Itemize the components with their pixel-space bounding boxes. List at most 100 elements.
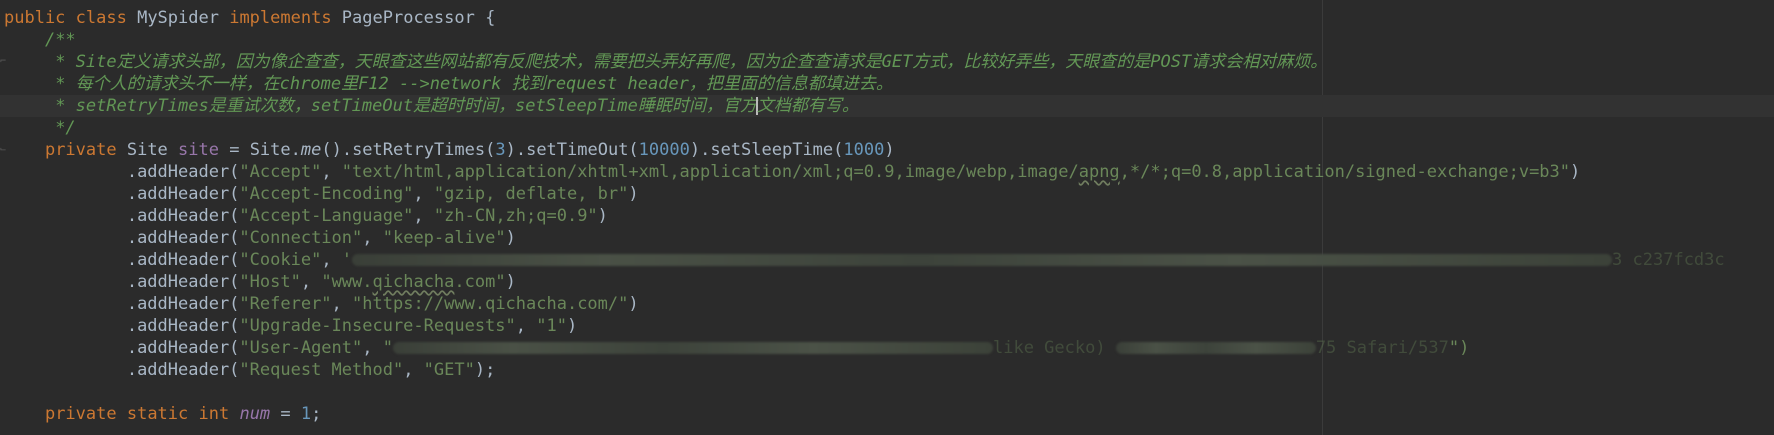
method-call: .addHeader(	[126, 294, 240, 314]
code-text: ,	[331, 294, 353, 314]
code-text: ).setTimeOut(	[505, 140, 639, 160]
code-line-doc-end[interactable]: ⌙ */	[0, 117, 1774, 155]
code-line-header-accept[interactable]: .addHeader("Accept", "text/html,applicat…	[0, 161, 1774, 183]
method-call: .addHeader(	[126, 184, 240, 204]
string-literal-typo: qichacha	[372, 272, 455, 292]
method-call: .addHeader(	[126, 272, 240, 292]
string-literal: 75 Safari/537	[1315, 338, 1449, 358]
method-call: .addHeader(	[126, 206, 240, 226]
doc-comment: 文档都有写。	[756, 96, 859, 116]
code-line-class-declaration[interactable]: public class MySpider implements PagePro…	[0, 7, 1774, 29]
keyword-implements: implements	[229, 8, 342, 28]
string-literal: '	[341, 250, 353, 270]
code-text: ).setSleepTime(	[689, 140, 844, 160]
number-literal: 10000	[638, 140, 690, 160]
code-text: )	[597, 206, 608, 226]
string-literal: "Accept-Encoding"	[239, 184, 414, 204]
code-text: ,	[321, 250, 342, 270]
static-method: me	[300, 140, 322, 160]
string-literal-typo: apng	[1078, 162, 1120, 182]
string-literal: "1"	[536, 316, 567, 336]
code-line-site-field[interactable]: private Site site = Site.me().setRetryTi…	[0, 139, 1774, 161]
string-literal: "zh-CN,zh;q=0.9"	[433, 206, 598, 226]
method-call: .addHeader(	[126, 228, 240, 248]
code-text: ,	[413, 184, 434, 204]
method-call: .addHeader(	[126, 250, 240, 270]
code-line-num-field[interactable]: private static int num = 1;	[0, 403, 1774, 425]
code-text: )	[1570, 162, 1581, 182]
method-call: .addHeader(	[126, 162, 240, 182]
code-text: )	[566, 316, 578, 336]
code-text: )	[505, 272, 516, 292]
code-line-doc-2[interactable]: * 每个人的请求头不一样，在chrome里F12 -->network 找到re…	[0, 73, 1774, 95]
keyword-static: static	[126, 404, 199, 424]
code-line-doc-3-current[interactable]: * setRetryTimes是重试次数，setTimeOut是超时时间，set…	[0, 95, 1774, 117]
string-literal: "Cookie"	[239, 250, 322, 270]
code-line-header-accept-encoding[interactable]: .addHeader("Accept-Encoding", "gzip, def…	[0, 183, 1774, 205]
redacted-value	[352, 254, 1613, 266]
string-literal: ,*/*;q=0.8,application/signed-exchange;v…	[1119, 162, 1571, 182]
string-literal: "GET"	[423, 360, 475, 380]
code-line-header-upgrade[interactable]: .addHeader("Upgrade-Insecure-Requests", …	[0, 315, 1774, 337]
doc-comment: * setRetryTimes是重试次数，setTimeOut是超时时间，set…	[44, 96, 757, 116]
keyword-private: private	[44, 404, 127, 424]
string-literal: "Upgrade-Insecure-Requests"	[239, 316, 516, 336]
code-line-header-cookie[interactable]: .addHeader("Cookie", ' 3 c237fcd3c	[0, 249, 1774, 271]
string-literal: "Connection"	[239, 228, 363, 248]
doc-comment: /**	[44, 30, 76, 50]
doc-comment: */	[44, 118, 76, 138]
code-text: ;	[311, 404, 322, 424]
code-text: )	[628, 184, 639, 204]
method-call: .addHeader(	[126, 316, 240, 336]
field-name: site	[178, 140, 219, 160]
code-text: ().setRetryTimes(	[321, 140, 496, 160]
code-line-header-connection[interactable]: .addHeader("Connection", "keep-alive")	[0, 227, 1774, 249]
code-line-doc-1[interactable]: * Site定义请求头部，因为像企查查，天眼查这些网站都有反爬技术，需要把头弄好…	[0, 51, 1774, 73]
code-line-doc-start[interactable]: ⌐ /**	[0, 29, 1774, 67]
code-text: ,	[300, 272, 322, 292]
string-literal: "keep-alive"	[382, 228, 506, 248]
string-literal: "Referer"	[239, 294, 332, 314]
method-call: .addHeader(	[126, 360, 240, 380]
string-literal: .com"	[454, 272, 506, 292]
redacted-value	[392, 342, 993, 354]
number-literal: 1000	[843, 140, 885, 160]
code-text: =	[270, 404, 301, 424]
keyword-private: private	[44, 140, 127, 160]
string-literal: like Gecko)	[992, 338, 1116, 358]
string-literal: "text/html,application/xhtml+xml,applica…	[341, 162, 1079, 182]
code-line-header-request-method[interactable]: .addHeader("Request Method", "GET");	[0, 359, 1774, 381]
string-literal: "Accept-Language"	[239, 206, 414, 226]
doc-comment: * Site定义请求头部，因为像企查查，天眼查这些网站都有反爬技术，需要把头弄好…	[44, 52, 1328, 72]
code-text: ,	[515, 316, 537, 336]
keyword-public: public	[4, 8, 76, 28]
string-literal: ")	[1448, 338, 1470, 358]
string-literal: "User-Agent"	[239, 338, 363, 358]
string-literal: "	[382, 338, 393, 358]
code-line-header-user-agent[interactable]: .addHeader("User-Agent", " like Gecko) 75…	[0, 337, 1774, 359]
number-literal: 3	[495, 140, 506, 160]
string-literal: "www.	[321, 272, 373, 292]
code-text: )	[884, 140, 895, 160]
string-literal: "Request Method"	[239, 360, 404, 380]
code-text: ,	[362, 228, 383, 248]
code-text: )	[505, 228, 516, 248]
code-line-header-accept-language[interactable]: .addHeader("Accept-Language", "zh-CN,zh;…	[0, 205, 1774, 227]
code-text: )	[628, 294, 639, 314]
string-literal: "https://www.qichacha.com/"	[352, 294, 629, 314]
code-text: );	[474, 360, 496, 380]
redacted-value	[1115, 342, 1316, 354]
code-text: ,	[403, 360, 424, 380]
number-literal: 1	[300, 404, 312, 424]
code-text: = Site.	[218, 140, 301, 160]
code-text: ,	[413, 206, 434, 226]
string-literal: "Host"	[239, 272, 301, 292]
interface-name: PageProcessor {	[341, 8, 496, 28]
code-text: ,	[362, 338, 383, 358]
string-literal: 3 c237fcd3c	[1612, 250, 1725, 270]
keyword-class: class	[75, 8, 138, 28]
code-line-header-host[interactable]: .addHeader("Host", "www.qichacha.com")	[0, 271, 1774, 293]
doc-comment: * 每个人的请求头不一样，在chrome里F12 -->network 找到re…	[44, 74, 893, 94]
code-editor[interactable]: public class MySpider implements PagePro…	[0, 0, 1774, 435]
code-line-header-referer[interactable]: .addHeader("Referer", "https://www.qicha…	[0, 293, 1774, 315]
